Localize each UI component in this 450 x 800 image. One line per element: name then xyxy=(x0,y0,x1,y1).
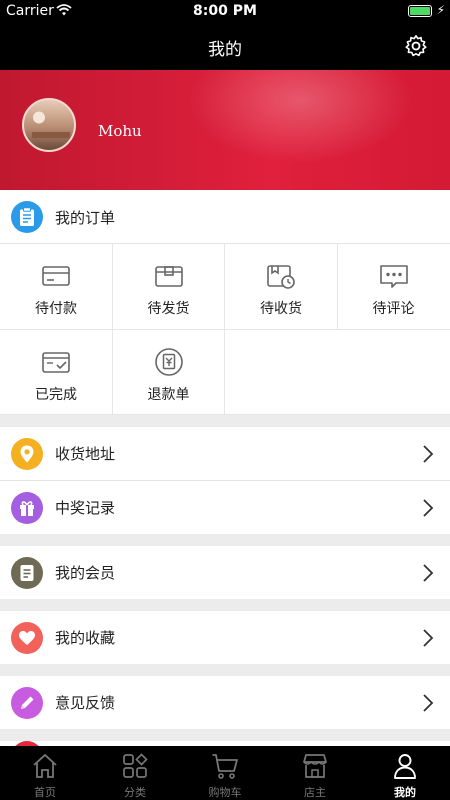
tab-mine[interactable]: 我的 xyxy=(360,746,450,800)
order-pending-payment[interactable]: 待付款 xyxy=(0,244,113,330)
heart-icon xyxy=(11,622,43,654)
cart-icon xyxy=(212,754,238,779)
my-orders-label: 我的订单 xyxy=(55,209,116,227)
refund-icon xyxy=(154,347,183,376)
order-completed[interactable]: 已完成 xyxy=(0,329,113,415)
chevron-right-icon xyxy=(423,564,434,582)
menu-row-feedback[interactable]: 意见反馈 xyxy=(0,676,450,729)
order-pending-review[interactable]: 待评论 xyxy=(337,244,450,330)
category-grid-icon xyxy=(123,753,148,778)
tab-label: 首页 xyxy=(34,786,56,799)
clipboard-icon xyxy=(11,201,43,233)
location-pin-icon xyxy=(11,438,43,470)
gift-icon xyxy=(11,492,43,524)
order-pending-shipment[interactable]: 待发货 xyxy=(112,244,225,330)
tab-cart[interactable]: 购物车 xyxy=(180,746,270,800)
menu-label: 收货地址 xyxy=(55,445,116,463)
tab-home[interactable]: 首页 xyxy=(0,746,90,800)
user-icon xyxy=(394,754,416,779)
chevron-right-icon xyxy=(423,445,434,463)
chevron-right-icon xyxy=(423,629,434,647)
order-pending-receipt[interactable]: 待收货 xyxy=(225,244,338,330)
store-icon xyxy=(303,754,327,778)
menu-label: 意见反馈 xyxy=(55,694,116,712)
orders-section: 我的订单 待付款 待发货 待收货 待评论 已完成 退款单 xyxy=(0,190,450,415)
page-title: 我的 xyxy=(208,40,242,60)
menu-row-membership[interactable]: 我的会员 xyxy=(0,546,450,599)
tab-category[interactable]: 分类 xyxy=(90,746,180,800)
grid-empty-cell xyxy=(225,330,450,415)
menu-label: 我的收藏 xyxy=(55,629,116,647)
order-refund[interactable]: 退款单 xyxy=(112,329,225,415)
status-bar: Carrier 8:00 PM ⚡ xyxy=(0,0,450,22)
my-orders-row[interactable]: 我的订单 xyxy=(0,190,450,244)
menu-label: 中奖记录 xyxy=(55,499,116,517)
chevron-right-icon xyxy=(423,694,434,712)
comment-icon xyxy=(379,265,408,288)
menu-row-address[interactable]: 收货地址 xyxy=(0,427,450,480)
tab-bar: 首页 分类 购物车 店主 我的 xyxy=(0,746,450,800)
tab-store-owner[interactable]: 店主 xyxy=(270,746,360,800)
menu-label: 我的会员 xyxy=(55,564,116,582)
box-icon xyxy=(154,266,183,287)
order-status-label: 待付款 xyxy=(35,301,77,317)
profile-banner: Mohu xyxy=(0,70,450,190)
battery-icon xyxy=(408,5,432,17)
clock: 8:00 PM xyxy=(193,3,257,19)
delivery-clock-icon xyxy=(267,265,295,289)
order-status-label: 已完成 xyxy=(35,386,77,403)
username[interactable]: Mohu xyxy=(98,122,142,140)
menu-row-favorites[interactable]: 我的收藏 xyxy=(0,611,450,664)
card-icon xyxy=(42,266,70,286)
tab-label: 分类 xyxy=(124,786,146,799)
order-status-label: 待评论 xyxy=(372,301,415,317)
order-status-grid: 待付款 待发货 待收货 待评论 已完成 退款单 xyxy=(0,244,450,415)
chevron-right-icon xyxy=(423,499,434,517)
tab-label: 店主 xyxy=(304,786,326,799)
pencil-icon xyxy=(11,687,43,719)
order-status-label: 退款单 xyxy=(147,386,190,403)
menu-row-prize-records[interactable]: 中奖记录 xyxy=(0,481,450,534)
order-status-label: 待发货 xyxy=(147,301,190,317)
charging-icon: ⚡ xyxy=(436,3,445,17)
tab-label: 购物车 xyxy=(208,786,242,799)
completed-box-icon xyxy=(42,351,70,373)
order-status-label: 待收货 xyxy=(260,301,302,317)
tab-label: 我的 xyxy=(394,786,416,799)
home-icon xyxy=(33,753,57,778)
gear-icon[interactable] xyxy=(404,34,428,58)
nav-bar: 我的 xyxy=(0,22,450,70)
avatar[interactable] xyxy=(22,98,76,152)
member-card-icon xyxy=(11,557,43,589)
